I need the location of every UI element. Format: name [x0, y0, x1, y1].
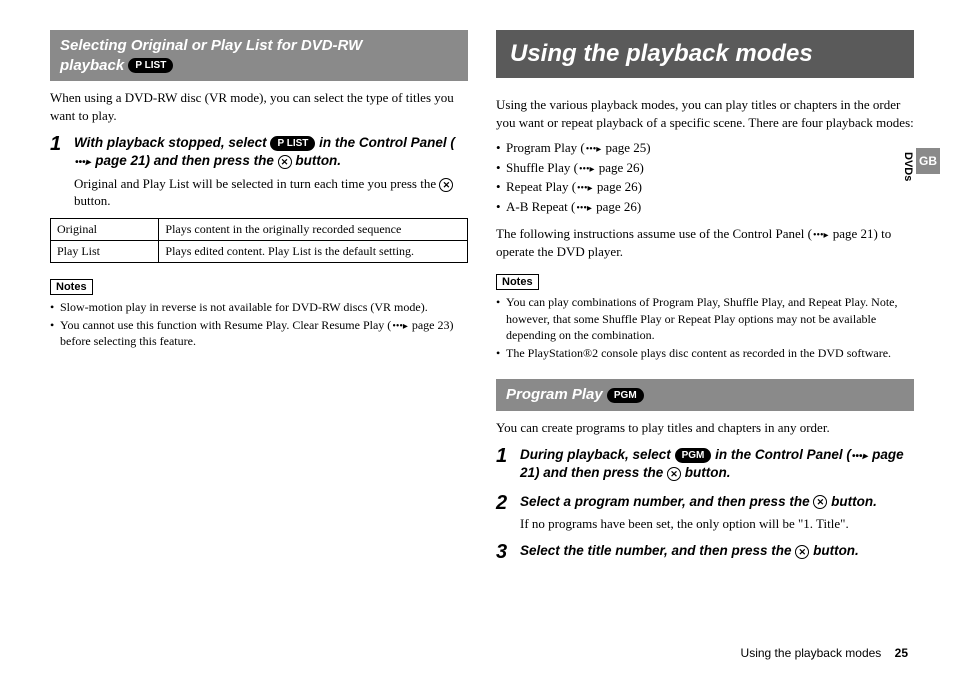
left-step-1: 1 With playback stopped, select P LIST i…	[50, 134, 468, 210]
right-intro: Using the various playback modes, you ca…	[496, 96, 914, 131]
xref-icon: •••▸	[577, 182, 593, 196]
table-row: Original Plays content in the originally…	[51, 218, 468, 240]
plist-badge-inline: P LIST	[270, 136, 315, 151]
t: in the Control Panel (	[711, 447, 851, 462]
note-item: You cannot use this function with Resume…	[50, 317, 468, 350]
list-item: A-B Repeat (•••▸ page 26)	[496, 198, 914, 216]
left-column: Selecting Original or Play List for DVD-…	[50, 30, 468, 564]
list-item: Shuffle Play (•••▸ page 26)	[496, 159, 914, 177]
pgm-badge-inline: PGM	[675, 448, 712, 463]
right-column: Using the playback modes Using the vario…	[496, 30, 914, 564]
x-button-icon: ✕	[667, 467, 681, 481]
header-line2: playback	[60, 57, 124, 74]
t: button.	[681, 465, 730, 480]
t: Select a program number, and then press …	[520, 494, 813, 509]
xref-icon: •••▸	[576, 202, 592, 216]
t: A-B Repeat (	[506, 199, 575, 214]
notes-label: Notes	[50, 279, 93, 295]
t: During playback, select	[520, 447, 675, 462]
section-header-left: Selecting Original or Play List for DVD-…	[50, 30, 468, 81]
t: page 26)	[593, 199, 641, 214]
xref-icon: •••▸	[392, 320, 408, 334]
table-row: Play List Plays edited content. Play Lis…	[51, 240, 468, 262]
step-num: 1	[50, 134, 66, 210]
t: page 21) and then press the	[92, 153, 278, 168]
left-notes: Slow-motion play in reverse is not avail…	[50, 299, 468, 350]
xref-icon: •••▸	[75, 156, 91, 170]
t: You cannot use this function with Resume…	[60, 318, 391, 332]
t: in the Control Panel (	[315, 135, 455, 150]
cell: Original	[51, 218, 159, 240]
step-body: Select a program number, and then press …	[520, 493, 914, 533]
step-title: Select a program number, and then press …	[520, 493, 914, 511]
step-desc: Original and Play List will be selected …	[74, 175, 468, 210]
t: The following instructions assume use of…	[496, 226, 812, 241]
t: With playback stopped, select	[74, 135, 270, 150]
t: page 26)	[596, 160, 644, 175]
tab-dvds: DVDs	[900, 148, 916, 185]
header-line1: Selecting Original or Play List for DVD-…	[60, 37, 362, 54]
section-header-program: Program Play PGM	[496, 379, 914, 411]
t: Program Play	[506, 386, 603, 403]
prog-step-1: 1 During playback, select PGM in the Con…	[496, 446, 914, 482]
tab-gb: GB	[916, 148, 940, 174]
xref-icon: •••▸	[586, 143, 602, 157]
t: Program Play (	[506, 140, 585, 155]
x-button-icon: ✕	[813, 495, 827, 509]
side-tabs: GB DVDs	[900, 148, 940, 185]
right-after: The following instructions assume use of…	[496, 225, 914, 260]
pgm-badge: PGM	[607, 388, 644, 403]
footer-text: Using the playback modes	[741, 646, 882, 660]
step-num: 2	[496, 493, 512, 533]
list-item: Program Play (•••▸ page 25)	[496, 139, 914, 157]
plist-badge: P LIST	[128, 58, 173, 73]
xref-icon: •••▸	[852, 450, 868, 464]
x-button-icon: ✕	[795, 545, 809, 559]
t: Repeat Play (	[506, 179, 576, 194]
t: page 25)	[602, 140, 650, 155]
step-title: With playback stopped, select P LIST in …	[74, 134, 468, 170]
xref-icon: •••▸	[813, 229, 829, 243]
main-banner: Using the playback modes	[496, 30, 914, 78]
left-intro: When using a DVD-RW disc (VR mode), you …	[50, 89, 468, 124]
t: page 26)	[594, 179, 642, 194]
note-item: Slow-motion play in reverse is not avail…	[50, 299, 468, 315]
prog-step-3: 3 Select the title number, and then pres…	[496, 542, 914, 562]
d: Original and Play List will be selected …	[74, 176, 439, 191]
cell: Plays content in the originally recorded…	[159, 218, 468, 240]
t: button.	[827, 494, 876, 509]
x-button-icon: ✕	[278, 155, 292, 169]
t: button.	[292, 153, 341, 168]
step-title: Select the title number, and then press …	[520, 542, 914, 560]
page-columns: Selecting Original or Play List for DVD-…	[50, 30, 914, 564]
right-notes: You can play combinations of Program Pla…	[496, 294, 914, 361]
cell: Play List	[51, 240, 159, 262]
notes-label: Notes	[496, 274, 539, 290]
t: Shuffle Play (	[506, 160, 578, 175]
xref-icon: •••▸	[579, 163, 595, 177]
footer: Using the playback modes 25	[741, 646, 908, 660]
cell: Plays edited content. Play List is the d…	[159, 240, 468, 262]
x-button-icon: ✕	[439, 178, 453, 192]
t: button.	[809, 543, 858, 558]
step-desc: If no programs have been set, the only o…	[520, 515, 914, 533]
step-body: With playback stopped, select P LIST in …	[74, 134, 468, 210]
step-body: Select the title number, and then press …	[520, 542, 914, 562]
prog-intro: You can create programs to play titles a…	[496, 419, 914, 437]
prog-step-2: 2 Select a program number, and then pres…	[496, 493, 914, 533]
t: Select the title number, and then press …	[520, 543, 795, 558]
step-num: 1	[496, 446, 512, 482]
step-body: During playback, select PGM in the Contr…	[520, 446, 914, 482]
mode-list: Program Play (•••▸ page 25) Shuffle Play…	[496, 139, 914, 215]
note-item: The PlayStation®2 console plays disc con…	[496, 345, 914, 361]
step-title: During playback, select PGM in the Contr…	[520, 446, 914, 482]
d: button.	[74, 193, 110, 208]
note-item: You can play combinations of Program Pla…	[496, 294, 914, 343]
page-number: 25	[895, 646, 908, 660]
playlist-table: Original Plays content in the originally…	[50, 218, 468, 263]
step-num: 3	[496, 542, 512, 562]
list-item: Repeat Play (•••▸ page 26)	[496, 178, 914, 196]
